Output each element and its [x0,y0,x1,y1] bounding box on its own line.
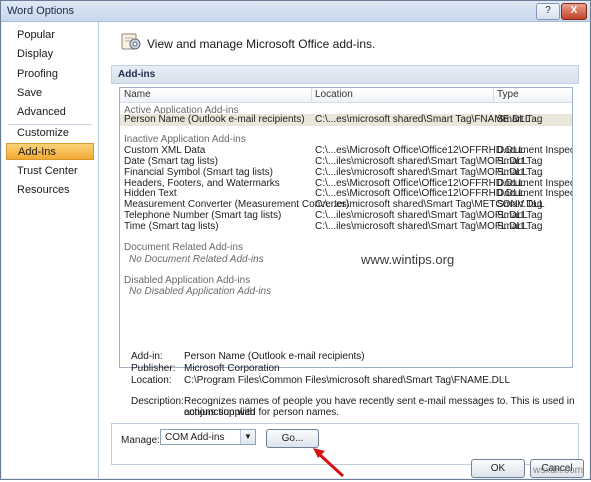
table-row[interactable]: Custom XML Data C:\...es\Microsoft Office… [120,146,572,156]
cell-type: Document Inspector [497,145,572,156]
window-title: Word Options [7,5,75,17]
group-disabled: Disabled Application Add-ins [124,275,251,286]
cell-name: Custom XML Data [124,145,206,156]
table-row[interactable]: Telephone Number (Smart tag lists) C:\...… [120,211,572,221]
cell-location: C:\...iles\microsoft shared\Smart Tag\MO… [315,156,528,167]
header-text: View and manage Microsoft Office add-ins… [147,37,376,51]
detail-location-label: Location: [131,375,172,386]
column-divider [311,88,312,102]
sidebar: Popular Display Proofing Save Advanced C… [2,22,99,478]
detail-description-label: Description: [131,396,184,407]
detail-description-line2: actions supplied for person names. [184,407,340,418]
ok-button[interactable]: OK [471,459,525,478]
sidebar-item-customize[interactable]: Customize [6,125,94,142]
table-row[interactable]: Person Name (Outlook e-mail recipients) … [120,114,572,126]
disabled-empty-text: No Disabled Application Add-ins [129,286,272,297]
close-icon: X [570,5,578,16]
cell-location: C:\...iles\microsoft shared\Smart Tag\MO… [315,221,528,232]
help-button[interactable]: ? [536,3,560,20]
sidebar-item-proofing[interactable]: Proofing [6,66,94,83]
cell-type: Smart Tag [497,156,543,167]
sidebar-item-popular[interactable]: Popular [6,27,94,44]
detail-publisher-label: Publisher: [131,363,176,374]
word-options-window: Word Options ? X Popular Display Proofin… [0,0,591,480]
title-bar[interactable]: Word Options ? X [1,1,590,22]
list-header: Name Location Type [120,88,572,103]
manage-label: Manage: [121,435,160,446]
sidebar-item-save[interactable]: Save [6,85,94,102]
cell-type: Smart Tag [497,114,543,125]
cell-location: C:\...es\Microsoft Office\Office12\OFFRH… [315,145,525,156]
red-pointer-arrow-icon [313,448,345,478]
cell-type: Smart Tag [497,167,543,178]
cell-name: Telephone Number (Smart tag lists) [124,210,282,221]
watermark: www.wintips.org [361,252,455,267]
sidebar-item-resources[interactable]: Resources [6,182,94,199]
manage-select[interactable]: COM Add-ins ▼ [160,429,256,445]
document-empty-text: No Document Related Add-ins [129,254,264,265]
detail-addin-label: Add-in: [131,351,163,362]
sidebar-item-add-ins[interactable]: Add-Ins [6,143,94,160]
cell-type: Smart Tag [497,210,543,221]
table-row[interactable]: Date (Smart tag lists) C:\...iles\microso… [120,157,572,167]
add-ins-gear-icon [121,33,141,50]
chevron-down-icon[interactable]: ▼ [240,430,255,444]
column-divider [493,88,494,102]
detail-publisher-value: Microsoft Corporation [184,363,280,374]
cell-name: Hidden Text [124,188,177,199]
group-document: Document Related Add-ins [124,242,243,253]
cell-name: Financial Symbol (Smart tag lists) [124,167,273,178]
sidebar-item-display[interactable]: Display [6,46,94,63]
table-row[interactable]: Time (Smart tag lists) C:\...iles\microso… [120,222,572,232]
manage-select-value: COM Add-ins [165,432,225,443]
table-row[interactable]: Hidden Text C:\...es\Microsoft Office\Off… [120,189,572,199]
add-ins-list[interactable]: Name Location Type Active Application Ad… [119,87,573,368]
table-row[interactable]: Measurement Converter (Measurement Conve… [120,200,572,210]
help-icon: ? [545,5,551,16]
cell-location: C:\...iles\microsoft shared\Smart Tag\MO… [315,210,528,221]
cell-name: Person Name (Outlook e-mail recipients) [124,114,305,125]
section-title: Add-ins [111,65,579,84]
group-inactive: Inactive Application Add-ins [124,134,246,145]
main-panel: View and manage Microsoft Office add-ins… [99,22,589,478]
header: View and manage Microsoft Office add-ins… [99,22,589,60]
cell-type: Document Inspector [497,188,572,199]
table-row[interactable]: Financial Symbol (Smart tag lists) C:\...… [120,168,572,178]
detail-location-value: C:\Program Files\Common Files\microsoft … [184,375,511,386]
detail-addin-value: Person Name (Outlook e-mail recipients) [184,351,365,362]
sidebar-item-advanced[interactable]: Advanced [6,104,94,121]
close-button[interactable]: X [561,3,587,20]
column-header-type[interactable]: Type [497,89,519,100]
cell-type: Smart Tag [497,221,543,232]
cell-location: C:\...iles\microsoft shared\Smart Tag\MO… [315,167,528,178]
sidebar-item-trust-center[interactable]: Trust Center [6,163,94,180]
cell-name: Time (Smart tag lists) [124,221,219,232]
column-header-location[interactable]: Location [315,89,353,100]
column-header-name[interactable]: Name [124,89,151,100]
cell-location: C:\...es\Microsoft Office\Office12\OFFRH… [315,188,525,199]
corner-watermark: wsxdn.com [532,465,583,476]
cell-name: Date (Smart tag lists) [124,156,218,167]
cell-type: Smart Tag [497,199,543,210]
